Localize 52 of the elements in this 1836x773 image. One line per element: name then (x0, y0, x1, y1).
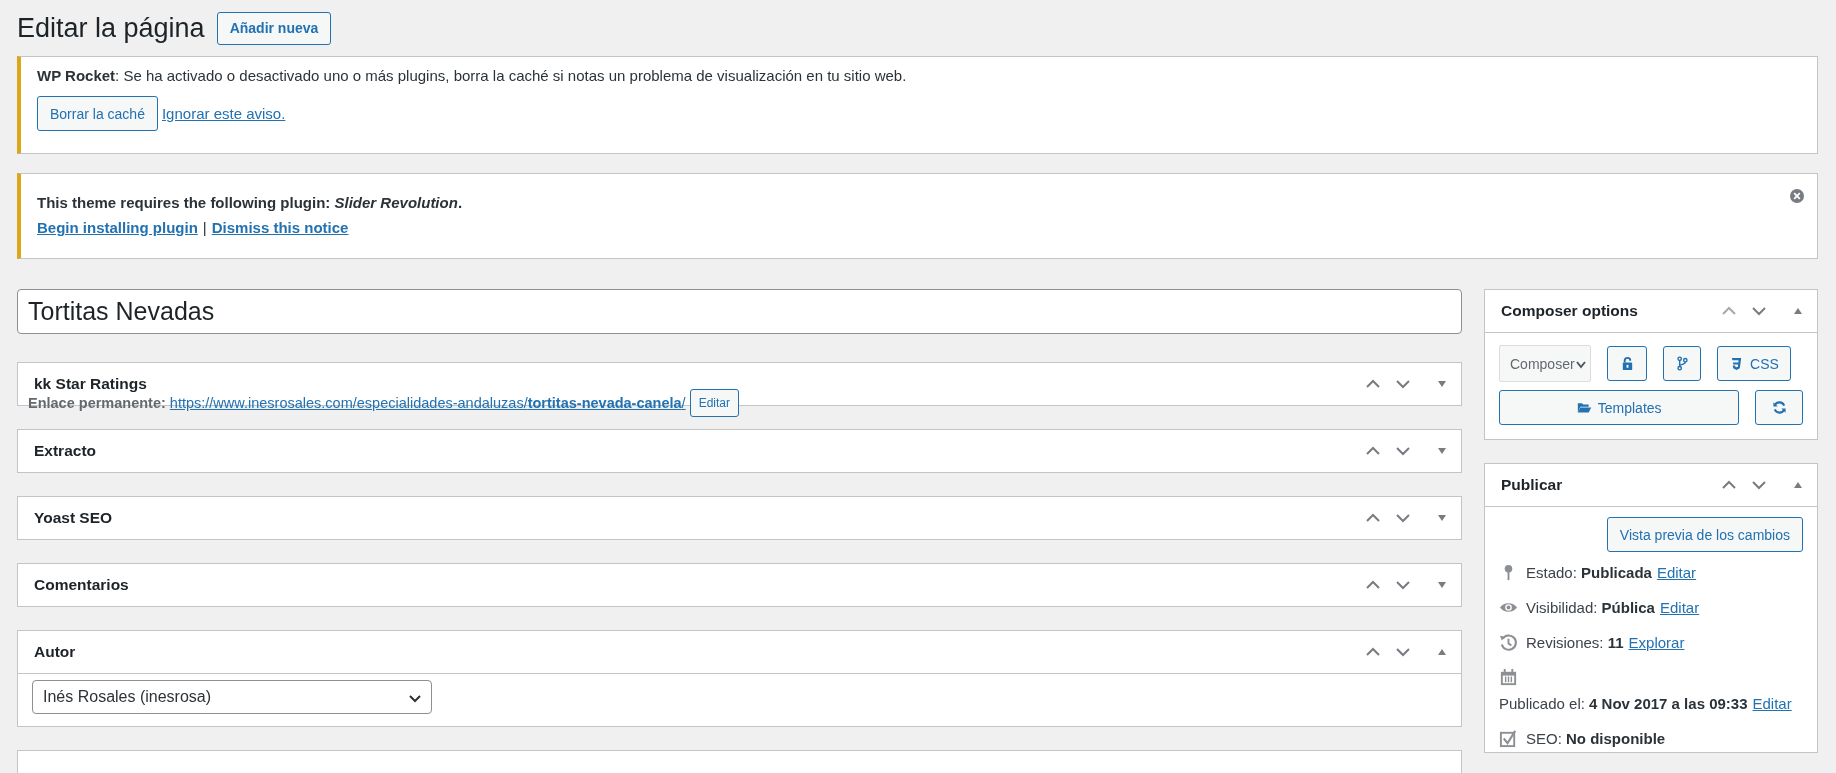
postbox-title: Comentarios (34, 576, 129, 594)
postbox-title: Extracto (34, 442, 97, 460)
publish-info-text: Revisiones: 11 (1526, 634, 1624, 651)
publish-info-link[interactable]: Explorar (1628, 634, 1685, 651)
publish-info-text: SEO: No disponible (1526, 730, 1666, 747)
calendar-icon (1499, 668, 1518, 687)
triangle-down-icon[interactable] (1437, 379, 1447, 389)
triangle-up-icon[interactable] (1437, 647, 1447, 657)
caret-icon (1576, 359, 1586, 369)
folder-icon (1576, 400, 1592, 415)
postbox-title: kk Star Ratings (34, 375, 147, 393)
notice-link[interactable]: Begin installing plugin (37, 219, 198, 236)
panel-title: Publicar (1501, 476, 1563, 494)
triangle-up-icon[interactable] (1793, 306, 1803, 316)
preview-changes-button[interactable]: Vista previa de los cambios (1606, 517, 1803, 552)
postbox-title: Yoast SEO (34, 509, 113, 527)
ignore-notice-link[interactable]: Ignorar este aviso. (161, 105, 286, 122)
templates-button[interactable]: Templates (1499, 390, 1740, 425)
page-title: Editar la página (17, 12, 205, 44)
close-icon[interactable] (1789, 188, 1805, 204)
publish-info-link[interactable]: Editar (1656, 564, 1697, 581)
refresh-button[interactable] (1755, 390, 1803, 425)
triangle-up-icon[interactable] (1793, 480, 1803, 490)
notice-message: This theme requires the following plugin: Slider Revolution. (37, 194, 464, 211)
panel-title: Composer options (1501, 302, 1638, 320)
publish-info-text: Estado: Publicada (1526, 564, 1652, 581)
triangle-down-icon[interactable] (1437, 580, 1447, 590)
branch-button[interactable] (1663, 346, 1701, 381)
refresh-icon (1771, 400, 1787, 415)
edit-permalink-button[interactable]: Editar (689, 389, 739, 417)
link-separator: | (202, 219, 207, 236)
permalink-link[interactable]: https://www.inesrosales.com/especialidades-andaluzas/tortitas-nevada-canela/ (169, 395, 686, 411)
lock-button[interactable] (1607, 346, 1647, 381)
clear-cache-button[interactable]: Borrar la caché (37, 96, 158, 131)
triangle-down-icon[interactable] (1437, 446, 1447, 456)
notice-message: WP Rocket: Se ha activado o desactivado uno o más plugins, borra la caché si notas un problema de visualización en tu sitio web. (37, 67, 908, 84)
author-select[interactable]: Inés Rosales (inesrosa) (32, 680, 432, 714)
publish-info-link[interactable]: Editar (1752, 695, 1792, 712)
title-input[interactable]: Tortitas Nevadas (17, 289, 1462, 334)
add-new-button[interactable]: Añadir nueva (216, 11, 332, 45)
triangle-down-icon[interactable] (1437, 513, 1447, 523)
publish-info-text: Publicado el: 4 Nov 2017 a las 09:33 (1499, 695, 1748, 712)
history-icon (1499, 633, 1518, 652)
notice-link[interactable]: Dismiss this notice (211, 219, 349, 236)
checkmark-box-icon (1499, 729, 1518, 748)
css-button[interactable]: CSS (1717, 346, 1791, 381)
postbox-title: Autor (34, 643, 76, 661)
publish-info-text: Visibilidad: Pública (1526, 599, 1655, 616)
permalink-label: Enlace permanente: (28, 395, 166, 411)
publish-info-link[interactable]: Editar (1659, 599, 1700, 616)
branch-icon (1674, 356, 1690, 371)
composer-select[interactable]: Composer (1499, 345, 1591, 382)
